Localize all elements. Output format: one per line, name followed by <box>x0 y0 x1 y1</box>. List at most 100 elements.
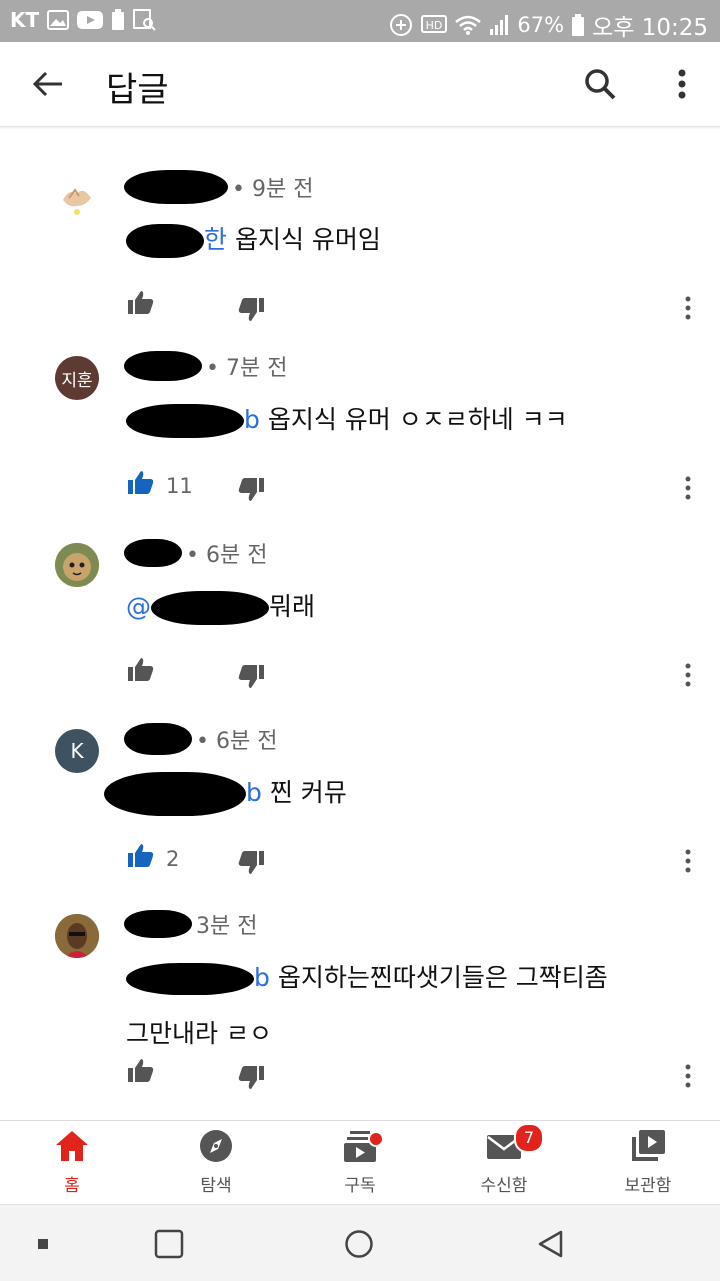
notification-badge: 7 <box>514 1123 544 1153</box>
nav-home[interactable]: 홈 <box>12 1129 132 1196</box>
comment-more-button[interactable] <box>676 294 700 330</box>
like-count: 2 <box>166 847 180 871</box>
nav-label: 홈 <box>64 1176 80 1196</box>
comment-meta: • 6분 전 <box>124 723 277 755</box>
like-button[interactable] <box>126 655 166 695</box>
comment-item: 3분 전 b 옵지하는찐따샛기들은 그짝티좀 그만내라 ㄹㅇ <box>0 910 720 1114</box>
mention-link[interactable]: @ <box>126 592 151 621</box>
comment-actions <box>126 655 706 695</box>
redacted-author <box>124 539 182 567</box>
like-button[interactable] <box>126 841 166 881</box>
thumb-down-icon <box>238 1066 264 1089</box>
avatar[interactable]: 지훈 <box>55 356 99 400</box>
home-icon <box>56 1131 88 1161</box>
more-options-button[interactable] <box>660 62 704 106</box>
comment-time: 3분 전 <box>196 914 258 939</box>
new-content-dot <box>368 1131 384 1147</box>
wifi-icon <box>455 15 482 35</box>
like-button[interactable] <box>126 468 166 508</box>
nav-library[interactable]: 보관함 <box>588 1129 708 1196</box>
redacted-mention <box>126 963 254 995</box>
mention-link[interactable]: b <box>244 405 260 434</box>
nav-explore[interactable]: 탐색 <box>156 1129 276 1196</box>
more-vert-icon <box>685 849 691 873</box>
status-bar: KT HD 67% 오후 10:25 <box>0 0 720 42</box>
clock: 오후 10:25 <box>592 15 708 41</box>
comment-meta: • 7분 전 <box>124 350 287 382</box>
more-vert-icon <box>685 296 691 320</box>
comment-time: • 9분 전 <box>232 177 314 202</box>
back-button[interactable] <box>26 62 70 106</box>
thumb-down-icon <box>238 298 264 321</box>
comment-text: b 찐 커뮤 <box>104 765 664 821</box>
comment-actions: 11 <box>126 468 706 508</box>
comment-more-button[interactable] <box>676 474 700 510</box>
more-vert-icon <box>685 663 691 687</box>
comment-actions <box>126 1056 706 1096</box>
avatar[interactable] <box>55 543 99 587</box>
mention-link[interactable]: b <box>246 778 262 807</box>
comment-body: 옵지식 유머 ㅇㅈㄹ하네 ㅋㅋ <box>267 405 568 434</box>
explore-compass-icon <box>200 1130 232 1162</box>
more-vert-icon <box>678 69 686 99</box>
dislike-button[interactable] <box>236 1062 276 1102</box>
avatar-hands-icon <box>55 176 99 220</box>
mention-link[interactable]: b <box>254 963 270 992</box>
back-triangle-icon[interactable] <box>536 1229 566 1259</box>
like-count: 11 <box>166 474 193 498</box>
dislike-button[interactable] <box>236 661 276 701</box>
comment-more-button[interactable] <box>676 661 700 697</box>
battery-icon <box>572 14 585 36</box>
avatar[interactable]: K <box>55 729 99 773</box>
redacted-author <box>124 170 228 204</box>
recent-apps-icon[interactable] <box>154 1229 184 1259</box>
redacted-mention <box>126 404 244 438</box>
comment-meta: • 6분 전 <box>124 537 267 569</box>
page-title: 답글 <box>106 70 169 110</box>
redacted-author <box>124 351 202 381</box>
dislike-button[interactable] <box>236 474 276 514</box>
redacted-author <box>124 723 192 755</box>
nav-label: 수신함 <box>480 1176 528 1196</box>
comment-body: 찐 커뮤 <box>269 778 347 807</box>
like-button[interactable] <box>126 288 166 328</box>
thumb-up-filled-icon <box>128 471 154 494</box>
comment-body: 옵지식 유머임 <box>234 225 381 254</box>
mention-link[interactable]: 한 <box>204 225 227 254</box>
like-button[interactable] <box>126 1056 166 1096</box>
comment-actions: 2 <box>126 841 706 881</box>
comment-item: • 6분 전 @ 뭐래 <box>0 539 720 729</box>
comment-item: K • 6분 전 b 찐 커뮤 2 <box>0 723 720 915</box>
image-icon <box>47 10 70 30</box>
comment-text: b 옵지식 유머 ㅇㅈㄹ하네 ㅋㅋ <box>126 392 686 448</box>
battery-percent: 67% <box>517 13 565 37</box>
comment-time: • 6분 전 <box>196 729 278 754</box>
dislike-button[interactable] <box>236 847 276 887</box>
nav-label: 탐색 <box>200 1176 232 1196</box>
comment-body: 뭐래 <box>269 592 316 621</box>
avatar[interactable] <box>55 176 99 220</box>
dislike-button[interactable] <box>236 294 276 334</box>
hd-voice-icon: HD <box>421 15 448 33</box>
add-circle-icon <box>390 14 413 36</box>
redacted-author <box>124 910 192 938</box>
chart-search-icon <box>133 9 156 31</box>
comment-body: 옵지하는찐따샛기들은 그짝티좀 <box>277 963 608 992</box>
search-button[interactable] <box>578 62 622 106</box>
redacted-mention <box>104 772 246 816</box>
comment-more-button[interactable] <box>676 1062 700 1098</box>
home-circle-icon[interactable] <box>344 1229 374 1259</box>
svg-text:HD: HD <box>426 19 443 32</box>
thumb-up-filled-icon <box>128 844 154 867</box>
nav-inbox[interactable]: 7 수신함 <box>444 1123 564 1196</box>
comment-more-button[interactable] <box>676 847 700 883</box>
signal-icon <box>490 15 509 35</box>
comment-item: 지훈 • 7분 전 b 옵지식 유머 ㅇㅈㄹ하네 ㅋㅋ 11 <box>0 351 720 542</box>
nav-subscriptions[interactable]: 구독 <box>300 1129 420 1196</box>
more-vert-icon <box>685 476 691 500</box>
menu-dot-icon[interactable] <box>36 1237 50 1251</box>
battery-saver-icon <box>112 9 125 30</box>
avatar-cat-icon <box>55 543 99 587</box>
arrow-back-icon <box>32 71 62 97</box>
avatar[interactable] <box>55 914 99 958</box>
